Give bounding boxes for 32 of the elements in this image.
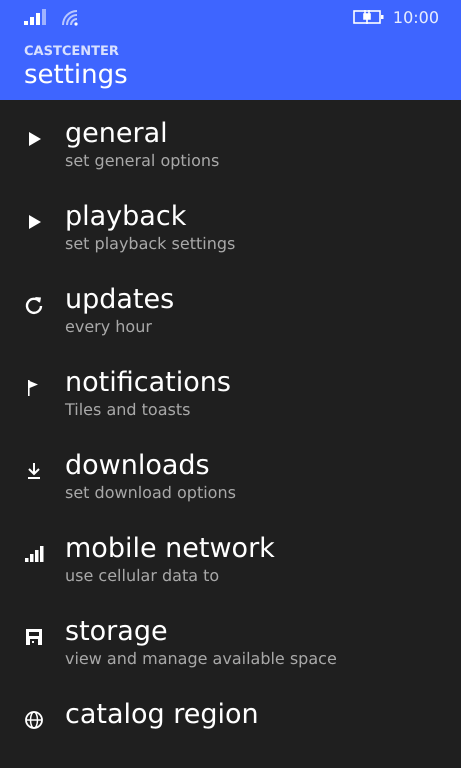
save-icon (24, 627, 44, 647)
clock-time: 10:00 (392, 8, 439, 26)
item-title: playback (65, 201, 186, 233)
settings-item[interactable]: notifications Tiles and toasts (0, 355, 461, 438)
wifi-icon (60, 8, 80, 26)
item-subtitle: set general options (65, 150, 220, 172)
globe-icon (24, 710, 44, 730)
signal-icon (24, 544, 44, 564)
settings-item[interactable]: general set general options (0, 106, 461, 189)
item-title: downloads (65, 450, 210, 482)
item-subtitle: use cellular data to (65, 565, 220, 587)
item-title: storage (65, 616, 168, 648)
item-title: general (65, 118, 168, 150)
refresh-icon (24, 295, 44, 315)
page-title: settings (24, 60, 129, 90)
item-subtitle: set download options (65, 482, 236, 504)
settings-item[interactable]: updates every hour (0, 272, 461, 355)
item-title: catalog region (65, 699, 259, 731)
item-title: mobile network (65, 533, 275, 565)
item-subtitle: set playback settings (65, 233, 236, 255)
battery-charging-icon (352, 8, 385, 26)
settings-item[interactable]: storage view and manage available space (0, 604, 461, 687)
settings-item[interactable]: playback set playback settings (0, 189, 461, 272)
item-subtitle: view and manage available space (65, 648, 337, 670)
settings-item[interactable]: mobile network use cellular data to (0, 521, 461, 604)
item-subtitle: Tiles and toasts (65, 399, 190, 421)
item-subtitle: every hour (65, 316, 152, 338)
app-name: CASTCENTER (24, 44, 120, 60)
item-title: notifications (65, 367, 231, 399)
settings-item[interactable]: catalog region (0, 687, 461, 768)
item-title: updates (65, 284, 174, 316)
settings-item[interactable]: downloads set download options (0, 438, 461, 521)
